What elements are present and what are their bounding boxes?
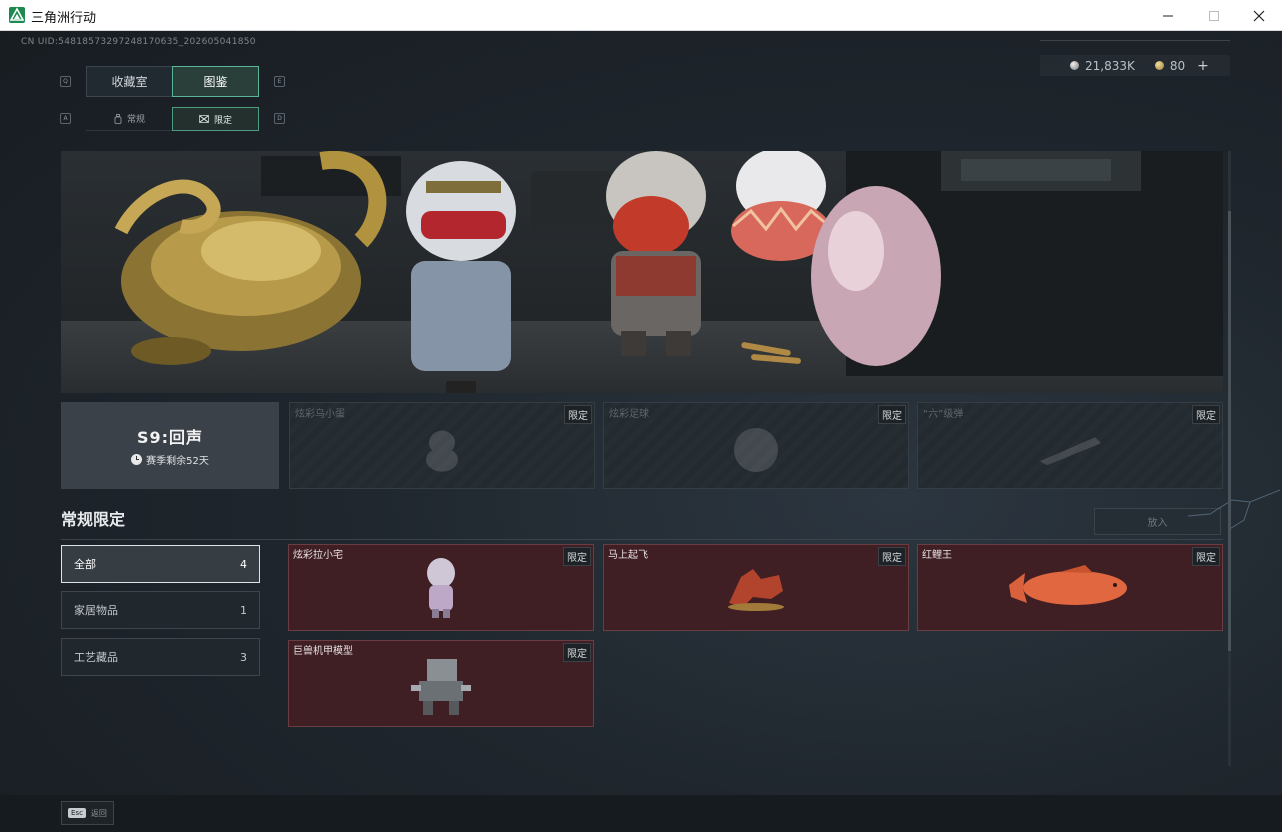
item-name: 巨兽机甲模型 [293,646,353,657]
key-hint-next-tab: E [274,76,285,87]
minimize-icon [1163,15,1173,16]
limited-icon [199,115,209,123]
category-count: 3 [240,650,247,664]
maximize-icon [1209,10,1219,21]
season-card[interactable]: S9:回声 赛季剩余52天 [61,402,279,489]
footer-bar [0,795,1282,832]
limited-card-label: 炫彩足球 [609,409,649,420]
season-name: S9:回声 [136,428,204,447]
collection-item[interactable]: 炫彩拉小宅 限定 [288,544,594,631]
limited-badge: 限定 [1192,405,1220,424]
season-remaining: 赛季剩余52天 [131,452,209,467]
top-divider [1040,40,1230,43]
limited-card-label: “六”级弹 [923,409,964,420]
bullet-icon [1040,436,1101,465]
app-logo-icon [9,7,25,23]
limited-card[interactable]: 炫彩足球 限定 [603,402,909,489]
back-button[interactable]: Esc 返回 [61,801,114,825]
category-label: 工艺藏品 [74,651,118,664]
user-uid: CN UID:5481857329724817063​5_20260504185… [21,37,256,47]
subtab-limited-label: 限定 [213,115,232,126]
close-button[interactable] [1236,0,1282,31]
mech-model-icon [411,658,471,715]
limited-card[interactable]: “六”级弹 限定 [917,402,1223,489]
limited-card[interactable]: 炫彩乌小蛋 限定 [289,402,595,489]
gold-amount: 80 [1169,58,1186,73]
category-crafts[interactable]: 工艺藏品 3 [61,638,260,676]
clock-icon [131,454,143,465]
limited-badge: 限定 [563,643,591,662]
scrollbar-thumb[interactable] [1228,211,1231,651]
category-label: 全部 [74,558,96,571]
currency-bar: 21,833K 80 + [1040,55,1230,76]
horse-statue-icon [728,568,784,611]
scrollbar[interactable] [1228,151,1231,766]
figurine-icon [427,557,455,618]
collection-item[interactable]: 巨兽机甲模型 限定 [288,640,594,727]
minimize-button[interactable] [1145,0,1191,31]
esc-key-hint: Esc [68,808,86,818]
section-divider [61,539,1223,540]
add-currency-button[interactable]: + [1197,58,1209,74]
item-name: 马上起飞 [608,550,648,561]
category-count: 1 [240,603,247,617]
key-hint-next-subtab: D [274,113,285,124]
tab-collection-room[interactable]: 收藏室 [86,66,173,97]
limited-badge: 限定 [878,547,906,566]
close-icon [1253,10,1265,21]
category-label: 家居物品 [74,604,118,617]
title-bar: 三角洲行动 [0,0,1282,31]
key-hint-prev-subtab: A [60,113,71,124]
category-all[interactable]: 全部 4 [61,545,260,583]
koi-fish-icon [1009,564,1127,605]
egg-character-icon [426,430,458,472]
tab-catalog[interactable]: 图鉴 [172,66,259,97]
collection-item[interactable]: 马上起飞 限定 [603,544,909,631]
item-name: 红鲤王 [922,550,952,561]
season-remaining-text: 赛季剩余52天 [146,456,209,467]
banner-illustration [114,151,1223,393]
maximize-button[interactable] [1191,0,1237,31]
item-name: 炫彩拉小宅 [293,550,343,561]
bottle-icon [114,113,122,124]
season-banner [61,151,1223,393]
limited-badge: 限定 [564,405,592,424]
subtab-limited[interactable]: 限定 [172,107,259,131]
silver-amount: 21,833K [1085,58,1135,73]
window-title: 三角洲行动 [31,11,97,26]
gold-coin-icon [1154,61,1164,70]
subtab-regular[interactable]: 常规 [86,107,173,131]
app-window: 三角洲行动 CN UID:5481857329724817063​5_20260… [0,0,1282,832]
subtab-regular-label: 常规 [126,115,145,125]
category-count: 4 [240,557,247,571]
football-icon [734,427,778,472]
key-hint-prev-tab: Q [60,76,71,87]
limited-badge: 限定 [878,405,906,424]
back-label: 返回 [90,808,107,818]
limited-badge: 限定 [563,547,591,566]
section-title: 常规限定 [61,510,126,529]
category-home-items[interactable]: 家居物品 1 [61,591,260,629]
silver-coin-icon [1070,61,1079,70]
collection-item[interactable]: 红鲤王 限定 [917,544,1223,631]
limited-card-label: 炫彩乌小蛋 [295,409,345,420]
